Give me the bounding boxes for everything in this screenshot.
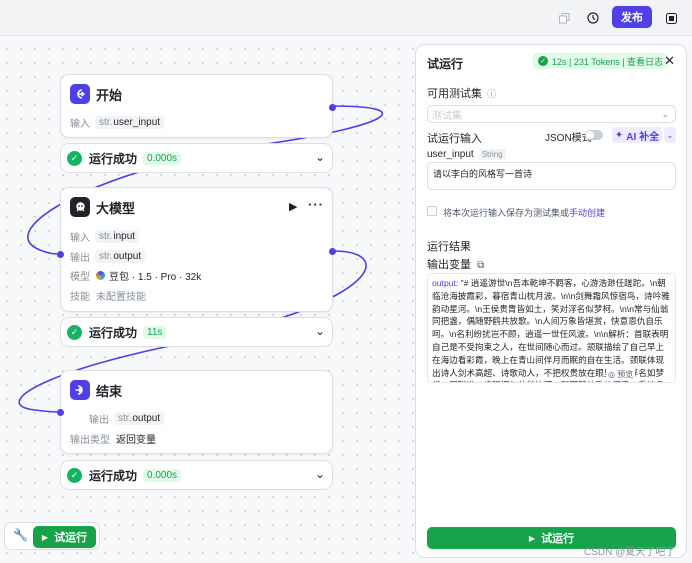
more-icon[interactable]: ··· [308,197,324,212]
end-node-title: 结束 [96,383,123,399]
panel-title: 试运行 [427,57,464,71]
ai-fill-label: AI 补全 [626,131,660,143]
status-text: 运行成功 [89,325,138,340]
run-summary-text: 12s | 231 Tokens | 查看日志 [552,56,664,67]
output-label: 输出 [89,414,109,426]
output-label: 输出 [70,252,90,264]
llm-output-row: 输出 str.output [70,248,146,264]
llm-status-bar[interactable]: ✓ 运行成功 11s ⌄ [60,317,333,347]
model-label: 模型 [70,271,90,283]
test-input-label: 试运行输入 [427,133,482,145]
close-icon[interactable]: ✕ [664,53,675,69]
preview-label: 预览 [617,370,634,379]
start-icon [70,84,90,104]
run-summary-badge[interactable]: ✓ 12s | 231 Tokens | 查看日志 [533,53,669,69]
status-time-badge: 0.000s [143,468,182,482]
canvas-bottom-toolbar: 🔧 ▶ 试运行 [4,522,100,550]
llm-node[interactable]: 大模型 ▶ ··· 输入 str.input 输出 str.output 模型 … [57,187,336,312]
success-check-icon: ✓ [67,150,82,166]
input-variable-tag: str.user_input [95,115,165,129]
success-check-icon: ✓ [538,56,548,66]
save-testset-checkbox[interactable] [427,206,437,216]
info-icon[interactable]: ⓘ [487,89,496,99]
status-text: 运行成功 [89,468,138,483]
success-check-icon: ✓ [67,467,82,483]
play-icon: ▶ [41,532,49,542]
llm-skill-row: 技能 未配置技能 [70,287,146,303]
end-output-kind-row: 输出类型 返回变量 [70,430,156,446]
input-label: 输入 [70,118,90,130]
window-icon[interactable] [661,8,681,28]
output-value: : "# 逍遥游世\n吾本乾坤不羁客，心游浩渺任蹉跎。\n朝临沧海披霞彩，暮宿青… [432,278,670,382]
testset-placeholder: 测试集 [432,110,462,122]
input-variable-row: user_input String [427,149,506,160]
output-kind-value: 返回变量 [116,434,156,446]
chevron-down-icon: ⌄ [661,108,669,119]
doubao-icon [96,270,105,280]
panel-test-run-label: 试运行 [541,533,575,545]
output-kind-label: 输出类型 [70,434,110,446]
manual-create-link[interactable]: 手动创建 [569,208,605,218]
test-run-panel: 试运行 ✓ 12s | 231 Tokens | 查看日志 ✕ 可用测试集 ⓘ … [415,44,687,558]
run-result-label: 运行结果 [427,241,471,253]
chevron-down-icon[interactable]: ⌄ [315,324,325,338]
status-time-badge: 11s [143,325,167,339]
end-input-port[interactable] [57,409,64,416]
chevron-down-icon[interactable]: ⌄ [315,467,325,481]
output-key: output [432,278,456,288]
success-check-icon: ✓ [67,324,82,340]
testset-select[interactable]: 测试集 ⌄ [427,105,676,123]
save-testset-text: 将本次运行输入保存为测试集或手动创建 [443,208,606,218]
play-icon: ▶ [528,533,536,543]
input-variable-tag: str.input [95,229,140,243]
publish-button[interactable]: 发布 [612,6,652,28]
json-mode-toggle[interactable] [585,130,603,140]
llm-output-port[interactable] [329,248,336,255]
output-variable-tag: str.output [95,249,146,263]
ai-fill-dropdown[interactable]: ⌄ [664,127,676,143]
input-label: 输入 [70,232,90,244]
model-value: 豆包 · 1.5 · Pro · 32k [109,271,202,283]
end-output-row: 输出 str.output [89,410,165,426]
end-status-bar[interactable]: ✓ 运行成功 0.000s ⌄ [60,460,333,490]
ai-fill-button[interactable]: ✦ AI 补全 [612,127,662,143]
preview-button[interactable]: ◎ 预览 [606,369,636,380]
output-variable-tag: str.output [114,411,165,425]
var-name: user_input [427,149,474,160]
chevron-down-icon[interactable]: ⌄ [315,150,325,164]
status-time-badge: 0.000s [143,151,182,165]
output-variable-label: 输出变量 ⧉ [427,259,485,271]
llm-model-row: 模型 豆包 · 1.5 · Pro · 32k [70,267,201,283]
status-text: 运行成功 [89,151,138,166]
watermark-text: CSDN @夏天了吧了 [584,547,676,558]
output-result-box: output: "# 逍遥游世\n吾本乾坤不羁客，心游浩渺任蹉跎。\n朝临沧海披… [427,273,676,383]
sparkle-icon: ✦ [614,129,624,141]
llm-node-title: 大模型 [96,200,136,216]
start-node[interactable]: 开始 输入 str.user_input [60,74,336,138]
start-input-row: 输入 str.user_input [70,114,165,130]
model-icon [70,197,90,217]
llm-input-port[interactable] [57,251,64,258]
skill-value: 未配置技能 [96,291,146,303]
copy-icon[interactable]: ⧉ [477,260,484,271]
end-icon [70,380,90,400]
top-toolbar: 发布 [0,0,692,36]
test-run-label: 试运行 [54,532,88,544]
test-run-button[interactable]: ▶ 试运行 [33,526,96,548]
skill-label: 技能 [70,291,90,303]
copy-icon[interactable] [554,8,574,28]
end-node[interactable]: 结束 输出 str.output 输出类型 返回变量 [57,370,333,454]
var-type-badge: String [478,149,506,160]
play-icon[interactable]: ▶ [289,200,297,213]
wrench-icon[interactable]: 🔧 [13,528,28,542]
testset-label: 可用测试集 ⓘ [427,88,497,100]
eye-icon: ◎ [608,370,615,379]
history-icon[interactable] [583,8,603,28]
user-input-textarea[interactable]: 请以李白的风格写一首诗 [427,162,676,190]
llm-input-row: 输入 str.input [70,228,140,244]
start-node-title: 开始 [96,87,123,103]
start-output-port[interactable] [329,104,336,111]
start-status-bar[interactable]: ✓ 运行成功 0.000s ⌄ [60,143,333,173]
